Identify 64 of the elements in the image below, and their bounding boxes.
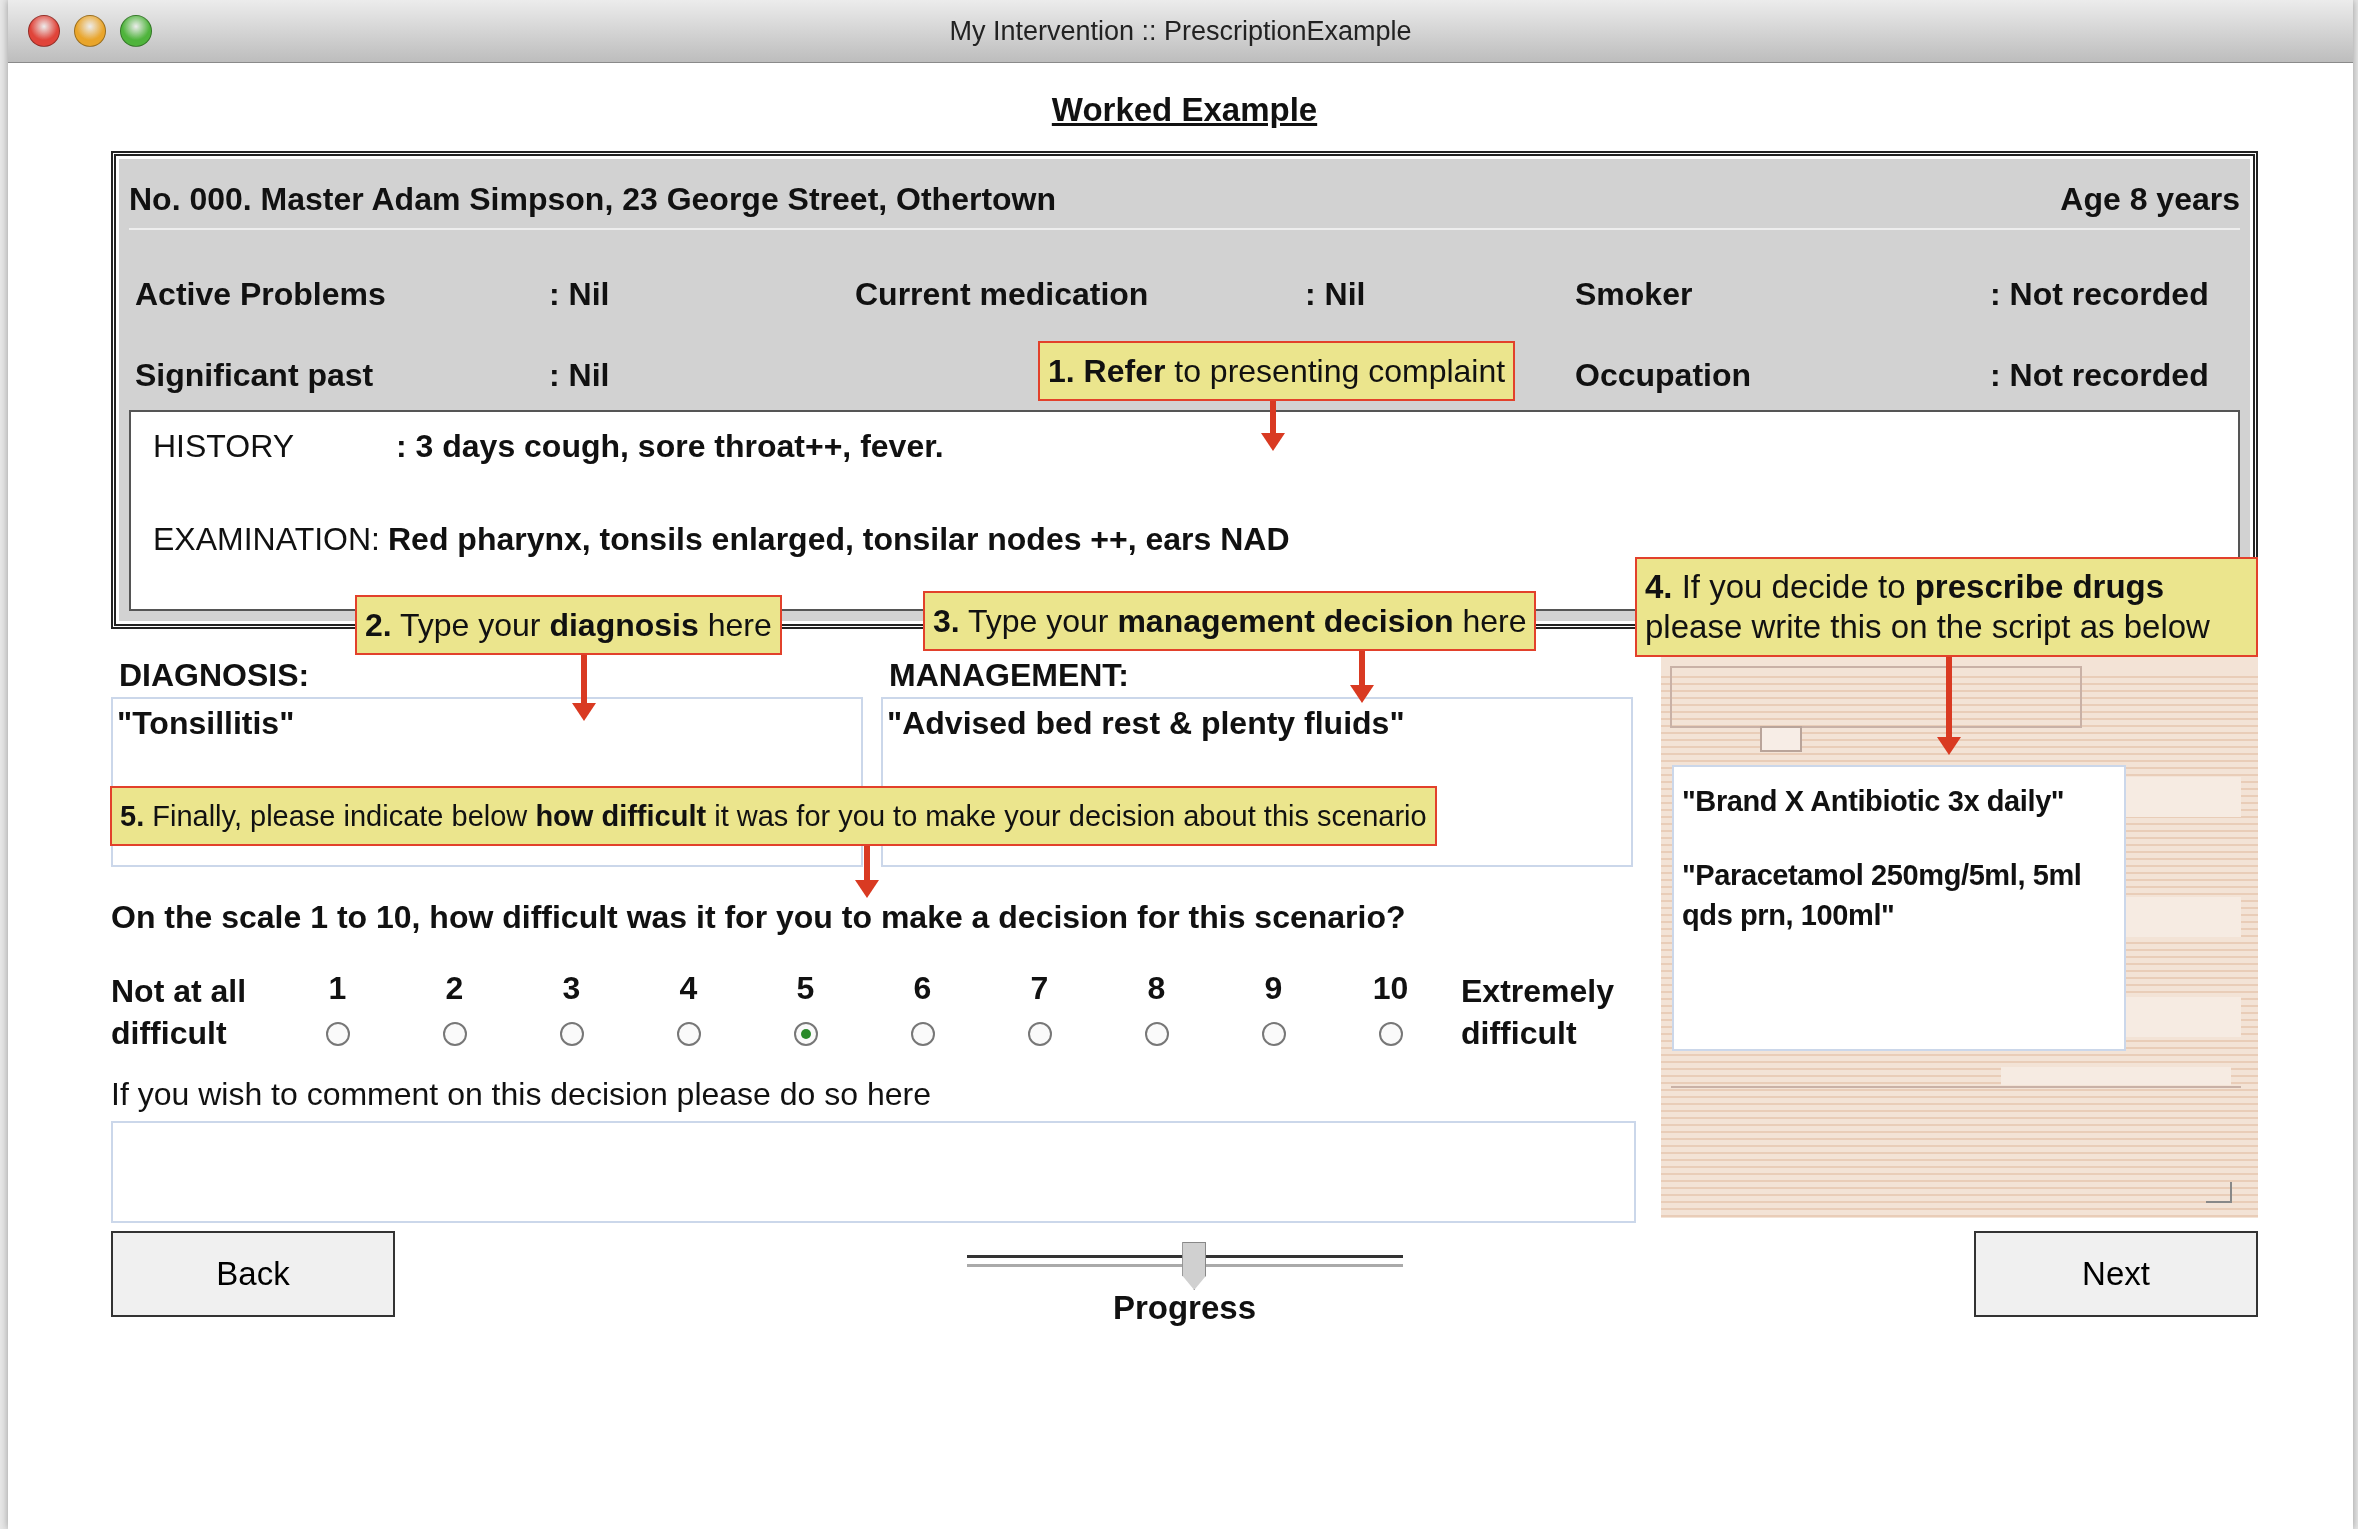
- zoom-icon[interactable]: [120, 15, 152, 47]
- callout-note: 4. If you decide to prescribe drugs please write this on the script as below: [1635, 557, 2258, 657]
- field-label: Significant past: [135, 357, 375, 394]
- close-icon[interactable]: [28, 15, 60, 47]
- note-value: : 3 days cough, sore throat++, fever.: [396, 428, 944, 465]
- field-value: : Nil: [549, 276, 611, 313]
- field-label: Smoker: [1575, 276, 1694, 313]
- radio-button[interactable]: [325, 1022, 350, 1046]
- note-label: EXAMINATION:: [153, 521, 380, 558]
- radio-button[interactable]: [1261, 1022, 1286, 1046]
- arrow: [572, 655, 596, 721]
- scale-number: 9: [1264, 970, 1283, 1006]
- scale-number: 2: [445, 970, 464, 1006]
- question-text: On the scale 1 to 10, how difficult was it for you to make a decision for this scenario?: [111, 899, 1407, 936]
- progress-thumb[interactable]: [1182, 1242, 1207, 1290]
- radio-button[interactable]: [559, 1022, 584, 1046]
- field-label: MANAGEMENT:: [889, 657, 1129, 695]
- radio-button[interactable]: [910, 1022, 935, 1046]
- prescription-line: "Paracetamol 250mg/5ml, 5ml qds prn, 100ml": [1682, 858, 2083, 933]
- arrow: [1350, 651, 1374, 703]
- radio-button[interactable]: [1027, 1022, 1052, 1046]
- prescription-line: "Brand X Antibiotic 3x daily": [1682, 784, 2066, 819]
- scale-number: 8: [1147, 970, 1166, 1006]
- callout-note: 5. Finally, please indicate below how difficult it was for you to make your decision about this scenario: [110, 786, 1437, 846]
- note-value: Red pharynx, tonsils enlarged, tonsilar nodes ++, ears NAD: [388, 521, 1290, 558]
- arrow: [1261, 401, 1285, 451]
- radio-button[interactable]: [442, 1022, 467, 1046]
- scale-number: 3: [562, 970, 581, 1006]
- arrow: [855, 846, 879, 898]
- scale-label: Extremely difficult: [1460, 972, 1615, 1053]
- field-label: Current medication: [855, 276, 1150, 313]
- scale-number: 7: [1030, 970, 1049, 1006]
- comment-field[interactable]: [111, 1121, 1636, 1223]
- prescription-field[interactable]: "Brand X Antibiotic 3x daily" "Paracetamol 250mg/5ml, 5ml qds prn, 100ml": [1672, 765, 2126, 1051]
- callout-note: 1. Refer to presenting complaint: [1038, 341, 1516, 401]
- back-button[interactable]: Back: [111, 1231, 395, 1317]
- field-label: Active Problems: [135, 276, 387, 313]
- window-title: My Intervention :: PrescriptionExample: [949, 15, 1412, 47]
- field-value: : Nil: [549, 357, 611, 394]
- scale-number: 5: [796, 970, 815, 1006]
- radio-button[interactable]: [1144, 1022, 1169, 1046]
- callout-note: 2. Type your diagnosis here: [355, 595, 782, 655]
- scale-number: 6: [913, 970, 932, 1006]
- field-value: : Nil: [1305, 276, 1367, 313]
- radio-button[interactable]: [1378, 1022, 1403, 1046]
- patient-name: No. 000. Master Adam Simpson, 23 George Street, Othertown: [129, 181, 1057, 218]
- field-value: : Not recorded: [1990, 357, 2210, 394]
- scale-label: Not at all difficult: [111, 972, 248, 1053]
- radio-button[interactable]: [793, 1022, 818, 1046]
- progress-label: Progress: [1112, 1289, 1257, 1327]
- next-button[interactable]: Next: [1974, 1231, 2258, 1317]
- field-label: DIAGNOSIS:: [119, 657, 310, 695]
- patient-age: Age 8 years: [2060, 181, 2240, 218]
- scale-number: 4: [679, 970, 698, 1006]
- radio-button[interactable]: [676, 1022, 701, 1046]
- minimize-icon[interactable]: [74, 15, 106, 47]
- comment-label: If you wish to comment on this decision please do so here: [111, 1076, 932, 1113]
- field-value: : Not recorded: [1990, 276, 2210, 313]
- page-heading: Worked Example: [1051, 91, 1318, 128]
- note-label: HISTORY: [153, 428, 296, 465]
- scale-number: 1: [328, 970, 347, 1006]
- field-label: Occupation: [1575, 357, 1752, 394]
- callout-note: 3. Type your management decision here: [923, 591, 1537, 651]
- scale-number: 10: [1372, 970, 1409, 1006]
